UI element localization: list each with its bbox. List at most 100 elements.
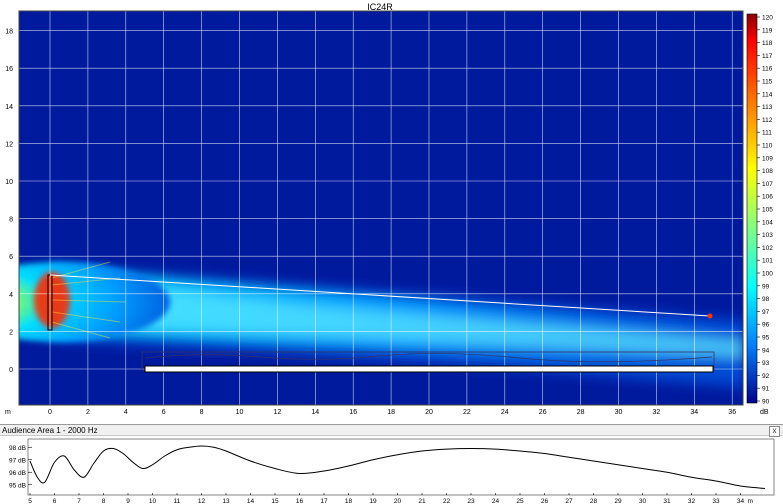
close-icon[interactable]: x [769,426,780,437]
audience-panel-header: Audience Area 1 - 2000 Hz x [0,424,783,437]
colorbar-label: 93 [762,360,770,367]
response-x-unit: m [748,498,753,504]
audience-response-chart: 98 dB 97 dB 96 dB 95 dB 5 6 7 8 9 10 11 12 13 14 15 16… [0,437,783,504]
x-tick-label: 24 [501,409,509,416]
x-tick-label: 12 [274,409,282,416]
response-x-label: 31 [663,498,671,504]
colorbar-label: 120 [762,15,773,22]
response-x-label: 15 [271,498,279,504]
colorbar-label: 101 [762,258,773,265]
colorbar-label: 107 [762,181,773,188]
x-tick-label: 34 [690,409,698,416]
colorbar-label: 97 [762,309,770,316]
colorbar-label: 104 [762,219,773,226]
x-tick-label: 28 [577,409,585,416]
colorbar-label: 118 [762,40,773,47]
response-x-label: 19 [369,498,377,504]
y-tick-label: 6 [9,254,13,261]
colorbar-label: 90 [762,399,770,406]
x-tick-label: 10 [236,409,244,416]
x-tick-label: 16 [349,409,357,416]
colorbar-label: 115 [762,79,773,86]
y-tick-label: 16 [5,66,13,73]
response-x-label: 21 [418,498,426,504]
y-tick-label: 12 [5,141,13,148]
response-x-label: 34 [737,498,745,504]
response-x-label: 25 [516,498,524,504]
audience-panel-title: Audience Area 1 - 2000 Hz [2,426,98,435]
aim-point[interactable] [707,313,713,319]
response-y-label: 98 dB [9,445,26,452]
colorbar-label: 100 [762,271,773,278]
response-x-label: 28 [590,498,598,504]
response-y-label: 97 dB [9,457,26,464]
x-tick-label: 26 [539,409,547,416]
colorbar-label: 119 [762,27,773,34]
colorbar-label: 111 [762,130,772,137]
y-tick-label: 4 [9,292,13,299]
response-x-label: 16 [296,498,304,504]
colorbar-label: 114 [762,91,773,98]
colorbar-label: 108 [762,168,773,175]
response-x-label: 11 [174,498,181,504]
response-x-label: 18 [345,498,353,504]
y-tick-label: 14 [5,104,13,111]
y-tick-label: 0 [9,367,13,374]
colorbar [746,13,758,404]
colorbar-label: 102 [762,245,773,252]
colorbar-label: 113 [762,104,773,111]
response-x-label: 29 [614,498,622,504]
response-x-label: 33 [712,498,720,504]
response-x-label: 12 [198,498,206,504]
colorbar-label: 117 [762,53,773,60]
response-x-label: 13 [222,498,230,504]
response-x-label: 9 [126,498,130,504]
response-x-label: 30 [639,498,647,504]
x-tick-label: 32 [653,409,661,416]
colorbar-unit: dB [760,409,769,416]
sound-field-map: IC24R 024681012141618 0246 8 10 12 14 16… [0,0,783,424]
audience-floor [144,365,714,373]
colorbar-label: 109 [762,155,773,162]
x-tick-label: 0 [48,409,52,416]
x-tick-label: 2 [86,409,90,416]
colorbar-label: 92 [762,373,770,380]
x-tick-label: 14 [311,409,319,416]
colorbar-label: 99 [762,283,770,290]
response-x-label: 22 [443,498,451,504]
response-y-label: 95 dB [9,482,26,489]
y-tick-label: 18 [5,29,13,36]
response-x-label: 8 [102,498,106,504]
colorbar-label: 98 [762,296,770,303]
colorbar-label: 105 [762,207,773,214]
y-tick-label: 8 [9,217,13,224]
response-x-label: 6 [53,498,57,504]
colorbar-label: 116 [762,66,773,73]
x-tick-label: 18 [387,409,395,416]
response-y-label: 96 dB [9,470,26,477]
response-x-label: 20 [394,498,402,504]
y-tick-label: 2 [9,329,13,336]
x-tick-label: 30 [615,409,623,416]
x-tick-label: 22 [463,409,471,416]
axis-unit: m [5,409,11,416]
response-x-label: 10 [149,498,157,504]
y-tick-label: 10 [5,179,13,186]
plot-area [19,11,743,405]
response-x-label: 14 [247,498,255,504]
x-tick-label: 8 [200,409,204,416]
colorbar-label: 110 [762,143,773,150]
response-x-label: 17 [320,498,328,504]
colorbar-label: 106 [762,194,773,201]
x-tick-label: 36 [728,409,736,416]
colorbar-label: 95 [762,335,770,342]
response-x-label: 27 [565,498,573,504]
response-x-label: 24 [492,498,500,504]
colorbar-label: 91 [762,386,770,393]
response-x-label: 32 [688,498,696,504]
x-tick-label: 6 [162,409,166,416]
response-x-label: 26 [541,498,549,504]
response-x-label: 7 [77,498,81,504]
colorbar-label: 112 [762,117,773,124]
x-tick-label: 20 [425,409,433,416]
